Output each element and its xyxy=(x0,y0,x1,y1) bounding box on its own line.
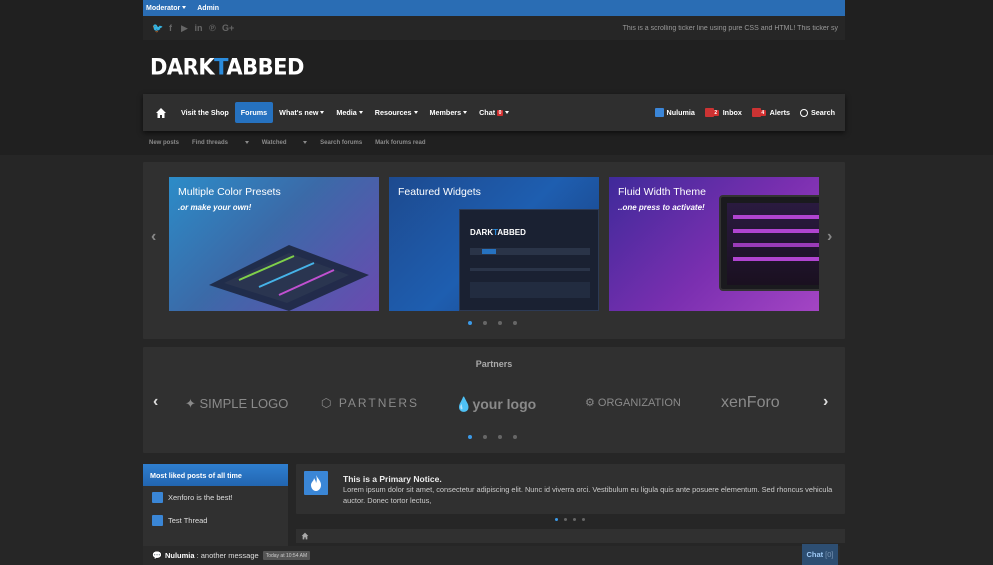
list-item[interactable]: Test Thread xyxy=(143,509,288,532)
chat-user[interactable]: Nulumia xyxy=(165,551,195,560)
sub-nav: New posts Find threads Watched Search fo… xyxy=(143,137,845,149)
home-icon xyxy=(156,107,166,118)
list-item[interactable]: Xenforo is the best! xyxy=(143,486,288,509)
chevron-down-icon xyxy=(320,111,325,114)
flame-icon xyxy=(152,492,163,503)
staff-bar: Moderator Admin xyxy=(143,0,845,16)
user-nav: Nulumia 2 Inbox 4 Alerts Search xyxy=(654,108,845,117)
home-icon[interactable] xyxy=(301,532,309,540)
search-button[interactable]: Search xyxy=(800,108,835,117)
flame-icon xyxy=(304,471,328,495)
tab-forums[interactable]: Forums xyxy=(234,102,274,123)
chevron-down-icon xyxy=(504,111,509,114)
notice-title: This is a Primary Notice. xyxy=(343,474,442,484)
ticker-row: 🐦 f ▶ in ℗ G+ This is a scrolling ticker… xyxy=(143,16,845,40)
subnav-search-forums[interactable]: Search forums xyxy=(320,140,362,146)
social-links: 🐦 f ▶ in ℗ G+ xyxy=(152,23,234,33)
slider-dot[interactable] xyxy=(498,321,502,325)
partners-prev-arrow[interactable]: ‹ xyxy=(153,393,158,411)
breadcrumb xyxy=(296,529,845,543)
tab-whats-new[interactable]: What's new xyxy=(273,102,330,123)
inbox-badge: 2 xyxy=(712,109,719,116)
feature-slider: ‹ Multiple Color Presets .or make your o… xyxy=(143,162,845,339)
slider-next-arrow[interactable]: › xyxy=(827,228,832,246)
alerts-button[interactable]: 4 Alerts xyxy=(751,108,790,117)
chevron-down-icon xyxy=(358,111,363,114)
partner-logo-simple[interactable]: ✦ SIMPLE LOGO xyxy=(185,396,288,412)
tab-media[interactable]: Media xyxy=(330,102,368,123)
chat-bubble-icon: 💬 xyxy=(152,551,162,560)
subnav-watched[interactable]: Watched xyxy=(262,140,308,146)
alerts-badge: 4 xyxy=(759,109,766,116)
youtube-icon[interactable]: ▶ xyxy=(180,23,189,33)
tab-visit-shop[interactable]: Visit the Shop xyxy=(175,102,235,123)
header: Moderator Admin 🐦 f ▶ in ℗ G+ This is a … xyxy=(143,0,845,146)
chat-timestamp: Today at 10:54 AM xyxy=(262,551,311,560)
notice-dot[interactable] xyxy=(564,518,567,521)
linkedin-icon[interactable]: in xyxy=(194,23,203,33)
partner-logo-organization[interactable]: ⚙ ORGANIZATION xyxy=(585,396,681,409)
widget-title: Most liked posts of all time xyxy=(143,464,288,486)
notice-dot[interactable] xyxy=(573,518,576,521)
pinterest-icon[interactable]: ℗ xyxy=(208,23,217,33)
partner-logo-your-logo[interactable]: 💧your logo xyxy=(455,396,536,413)
partners-pagination xyxy=(468,435,517,439)
slider-dot[interactable] xyxy=(483,321,487,325)
site-logo[interactable]: DARKTABBED xyxy=(150,54,304,79)
partners-dot[interactable] xyxy=(498,435,502,439)
notice-dot[interactable] xyxy=(582,518,585,521)
tab-chat[interactable]: Chat 0 xyxy=(473,102,515,123)
partners-next-arrow[interactable]: › xyxy=(823,393,828,411)
slider-pagination xyxy=(468,321,517,325)
admin-link[interactable]: Admin xyxy=(197,5,219,12)
ticker-text: This is a scrolling ticker line using pu… xyxy=(622,24,838,32)
chevron-down-icon xyxy=(413,111,418,114)
home-tab[interactable] xyxy=(149,102,175,123)
notice-text: Lorem ipsum dolor sit amet, consectetur … xyxy=(343,485,833,505)
slider-dot[interactable] xyxy=(468,321,472,325)
preset-screenshots-image xyxy=(209,245,369,311)
notice-dot[interactable] xyxy=(555,518,558,521)
avatar xyxy=(654,108,664,117)
partners-dot[interactable] xyxy=(513,435,517,439)
notice-pagination xyxy=(555,518,585,521)
twitter-icon[interactable]: 🐦 xyxy=(152,23,163,33)
chat-badge: 0 xyxy=(497,109,503,116)
slider-dot[interactable] xyxy=(513,321,517,325)
subnav-mark-read[interactable]: Mark forums read xyxy=(375,140,425,146)
slider-prev-arrow[interactable]: ‹ xyxy=(151,228,156,246)
primary-notice: This is a Primary Notice. Lorem ipsum do… xyxy=(296,464,845,514)
flame-icon xyxy=(152,515,163,526)
user-menu[interactable]: Nulumia xyxy=(654,108,695,117)
chevron-down-icon xyxy=(463,111,468,114)
tab-members[interactable]: Members xyxy=(424,102,474,123)
widget-preview-image: DARKTABBED xyxy=(459,209,599,311)
subnav-new-posts[interactable]: New posts xyxy=(149,140,179,146)
chat-bar[interactable]: 💬 Nulumia: another message Today at 10:5… xyxy=(143,546,840,565)
main-nav: Visit the Shop Forums What's new Media R… xyxy=(143,94,845,131)
tab-resources[interactable]: Resources xyxy=(369,102,424,123)
slide-color-presets[interactable]: Multiple Color Presets .or make your own… xyxy=(169,177,379,311)
partners-carousel: Partners ‹ ✦ SIMPLE LOGO ⬡ PARTNERS 💧you… xyxy=(143,347,845,453)
partners-dot[interactable] xyxy=(483,435,487,439)
slide-featured-widgets[interactable]: Featured Widgets DARKTABBED xyxy=(389,177,599,311)
laptop-preview-image xyxy=(719,195,819,291)
moderator-menu[interactable]: Moderator xyxy=(146,5,187,12)
googleplus-icon[interactable]: G+ xyxy=(222,23,234,33)
facebook-icon[interactable]: f xyxy=(166,23,175,33)
slide-fluid-width[interactable]: Fluid Width Theme ..one press to activat… xyxy=(609,177,819,311)
search-icon xyxy=(800,108,809,117)
subnav-find-threads[interactable]: Find threads xyxy=(192,140,249,146)
partner-logo-xenforo[interactable]: xenForo xyxy=(721,394,780,412)
partners-dot[interactable] xyxy=(468,435,472,439)
most-liked-widget: Most liked posts of all time Xenforo is … xyxy=(143,464,288,554)
chat-message: another message xyxy=(200,551,259,560)
inbox-button[interactable]: 2 Inbox xyxy=(704,108,742,117)
partners-title: Partners xyxy=(475,359,513,369)
partner-logo-partners[interactable]: ⬡ PARTNERS xyxy=(321,396,419,410)
chat-toggle-button[interactable]: Chat [0] xyxy=(802,544,838,565)
